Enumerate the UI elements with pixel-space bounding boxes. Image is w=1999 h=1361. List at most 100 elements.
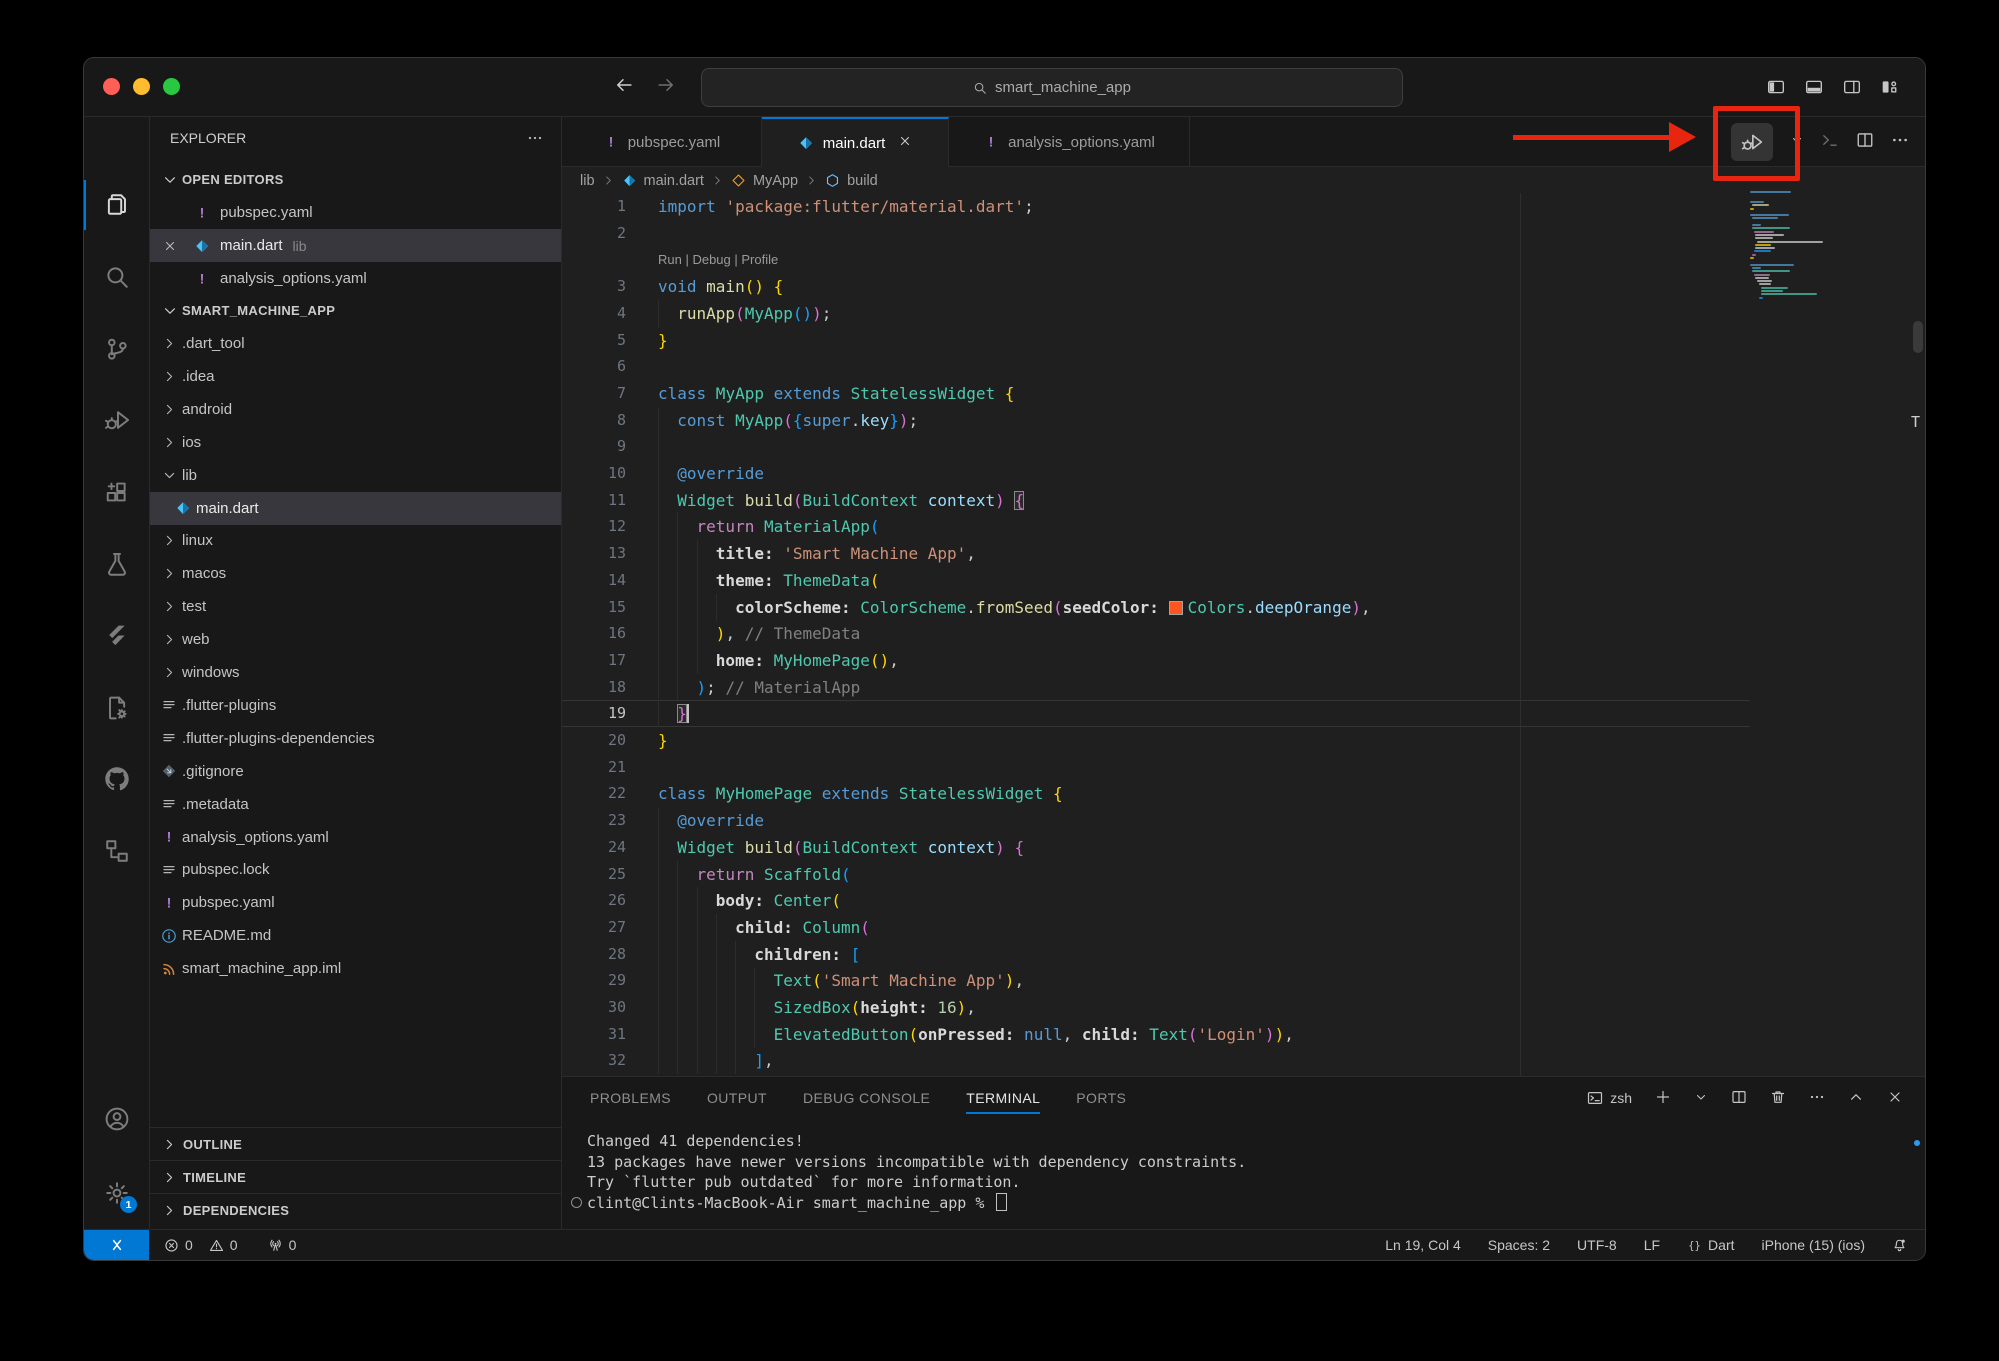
code-line-11[interactable]: 11 Widget build(BuildContext context) { <box>562 487 1925 514</box>
layout-custom-icon[interactable] <box>1881 78 1899 96</box>
section-open-editors[interactable]: OPEN EDITORS <box>150 163 561 196</box>
terminal-prompt-line[interactable]: clint@Clints-MacBook-Air smart_machine_a… <box>587 1193 1246 1214</box>
code-line-18[interactable]: 18 ); // MaterialApp <box>562 674 1925 701</box>
code-editor[interactable]: 1import 'package:flutter/material.dart';… <box>562 193 1925 1076</box>
close-slot[interactable] <box>150 239 190 253</box>
code-line-5[interactable]: 5} <box>562 327 1925 354</box>
tab-analysis_options.yaml[interactable]: !analysis_options.yaml <box>949 117 1190 167</box>
code-line-17[interactable]: 17 home: MyHomePage(), <box>562 647 1925 674</box>
code-line-32[interactable]: 32 ], <box>562 1047 1925 1074</box>
remote-indicator[interactable] <box>84 1230 149 1260</box>
tree-item-.idea[interactable]: .idea <box>150 360 561 393</box>
command-center-search[interactable]: smart_machine_app <box>701 68 1403 107</box>
panel-action-split-editor[interactable] <box>1731 1089 1747 1108</box>
action-ellipsis[interactable] <box>1891 131 1909 154</box>
code-line-28[interactable]: 28 children: [ <box>562 941 1925 968</box>
tab-pubspec.yaml[interactable]: !pubspec.yaml <box>562 117 762 167</box>
code-line-29[interactable]: 29 Text('Smart Machine App'), <box>562 967 1925 994</box>
status-error[interactable]: 0 <box>164 1237 193 1253</box>
minimap[interactable] <box>1750 191 1822 311</box>
code-line-31[interactable]: 31 ElevatedButton(onPressed: null, child… <box>562 1021 1925 1048</box>
code-line-20[interactable]: 20} <box>562 727 1925 754</box>
tree-item-macos[interactable]: macos <box>150 557 561 590</box>
panel-tab-debug-console[interactable]: DEBUG CONSOLE <box>803 1077 930 1119</box>
tab-main.dart[interactable]: main.dart <box>762 117 949 167</box>
tree-item-test[interactable]: test <box>150 590 561 623</box>
code-line-8[interactable]: 8 const MyApp({super.key}); <box>562 407 1925 434</box>
code-line-27[interactable]: 27 child: Column( <box>562 914 1925 941</box>
code-line-2[interactable]: 2 <box>562 220 1925 247</box>
panel-tab-ports[interactable]: PORTS <box>1076 1077 1126 1119</box>
tree-item-pubspec.lock[interactable]: pubspec.lock <box>150 853 561 886</box>
activity-settings-gear[interactable]: 1 <box>84 1171 149 1215</box>
tree-item-pubspec.yaml[interactable]: !pubspec.yaml <box>150 886 561 919</box>
activity-search[interactable] <box>84 255 149 299</box>
activity-run-debug[interactable] <box>84 398 149 442</box>
tree-item-README.md[interactable]: README.md <box>150 919 561 952</box>
tree-item-.flutter-plugins-dependencies[interactable]: .flutter-plugins-dependencies <box>150 722 561 755</box>
close-icon[interactable] <box>898 134 912 148</box>
code-line-21[interactable]: 21 <box>562 754 1925 781</box>
activity-remote-explorer[interactable] <box>84 829 149 873</box>
tree-item-ios[interactable]: ios <box>150 426 561 459</box>
activity-testing[interactable] <box>84 542 149 586</box>
code-line-3[interactable]: 3void main() { <box>562 273 1925 300</box>
breadcrumb-item[interactable]: build <box>847 173 878 189</box>
code-line-13[interactable]: 13 title: 'Smart Machine App', <box>562 540 1925 567</box>
code-line-24[interactable]: 24 Widget build(BuildContext context) { <box>562 834 1925 861</box>
panel-tab-terminal[interactable]: TERMINAL <box>966 1077 1040 1119</box>
tab-close[interactable] <box>898 134 912 152</box>
code-line-10[interactable]: 10 @override <box>562 460 1925 487</box>
codelens-run-debug-profile[interactable]: Run | Debug | Profile <box>658 246 778 273</box>
activity-files[interactable] <box>84 183 149 227</box>
action-terminal-prompt[interactable] <box>1821 131 1839 154</box>
section-dependencies[interactable]: DEPENDENCIES <box>150 1193 561 1227</box>
more-actions-icon[interactable] <box>527 130 543 146</box>
activity-account[interactable] <box>84 1097 149 1141</box>
code-line-1[interactable]: 1import 'package:flutter/material.dart'; <box>562 193 1925 220</box>
panel-action-chevron-down-sm[interactable] <box>1694 1090 1708 1107</box>
code-line-25[interactable]: 25 return Scaffold( <box>562 861 1925 888</box>
code-line-9[interactable]: 9 <box>562 433 1925 460</box>
terminal[interactable]: Changed 41 dependencies!13 packages have… <box>587 1131 1246 1213</box>
open-editor-main.dart[interactable]: main.dartlib <box>150 229 561 262</box>
status-iphone-15-ios-[interactable]: iPhone (15) (ios) <box>1762 1237 1866 1253</box>
status-broadcast[interactable]: 0 <box>268 1237 297 1253</box>
tree-item-lib[interactable]: lib <box>150 459 561 492</box>
tree-item-.gitignore[interactable]: .gitignore <box>150 755 561 788</box>
activity-flutter[interactable] <box>84 614 149 658</box>
status-dart[interactable]: {}Dart <box>1687 1237 1734 1253</box>
breadcrumb-item[interactable]: lib <box>580 173 595 189</box>
code-line-6[interactable]: 6 <box>562 353 1925 380</box>
code-line-16[interactable]: 16 ), // ThemeData <box>562 620 1925 647</box>
panel-action-trash[interactable] <box>1770 1089 1786 1108</box>
layout-sidebar-right-icon[interactable] <box>1843 78 1861 96</box>
code-line-lens[interactable]: Run | Debug | Profile <box>562 246 1925 273</box>
activity-source-control[interactable] <box>84 327 149 371</box>
forward-icon[interactable] <box>656 75 676 95</box>
panel-action-chevron-up[interactable] <box>1848 1089 1864 1108</box>
breadcrumb-item[interactable]: main.dart <box>644 173 704 189</box>
layout-sidebar-left-icon[interactable] <box>1767 78 1785 96</box>
panel-tab-problems[interactable]: PROBLEMS <box>590 1077 671 1119</box>
tree-item-linux[interactable]: linux <box>150 524 561 557</box>
back-icon[interactable] <box>614 75 634 95</box>
editor-scrollbar-thumb[interactable] <box>1913 321 1923 353</box>
tree-item-.flutter-plugins[interactable]: .flutter-plugins <box>150 689 561 722</box>
activity-extensions[interactable] <box>84 470 149 514</box>
section-outline[interactable]: OUTLINE <box>150 1127 561 1161</box>
layout-panel-icon[interactable] <box>1805 78 1823 96</box>
panel-action-ellipsis[interactable] <box>1809 1089 1825 1108</box>
tree-item-smart_machine_app.iml[interactable]: smart_machine_app.iml <box>150 952 561 985</box>
tree-item-.metadata[interactable]: .metadata <box>150 788 561 821</box>
window-close-button[interactable] <box>103 78 120 95</box>
activity-project-gear[interactable] <box>84 686 149 730</box>
breadcrumb-item[interactable]: MyApp <box>753 173 798 189</box>
tree-item-analysis_options.yaml[interactable]: !analysis_options.yaml <box>150 821 561 854</box>
tree-item-.dart_tool[interactable]: .dart_tool <box>150 327 561 360</box>
section-timeline[interactable]: TIMELINE <box>150 1160 561 1194</box>
action-split-editor[interactable] <box>1856 131 1874 154</box>
tree-item-web[interactable]: web <box>150 623 561 656</box>
window-minimize-button[interactable] <box>133 78 150 95</box>
code-line-23[interactable]: 23 @override <box>562 807 1925 834</box>
